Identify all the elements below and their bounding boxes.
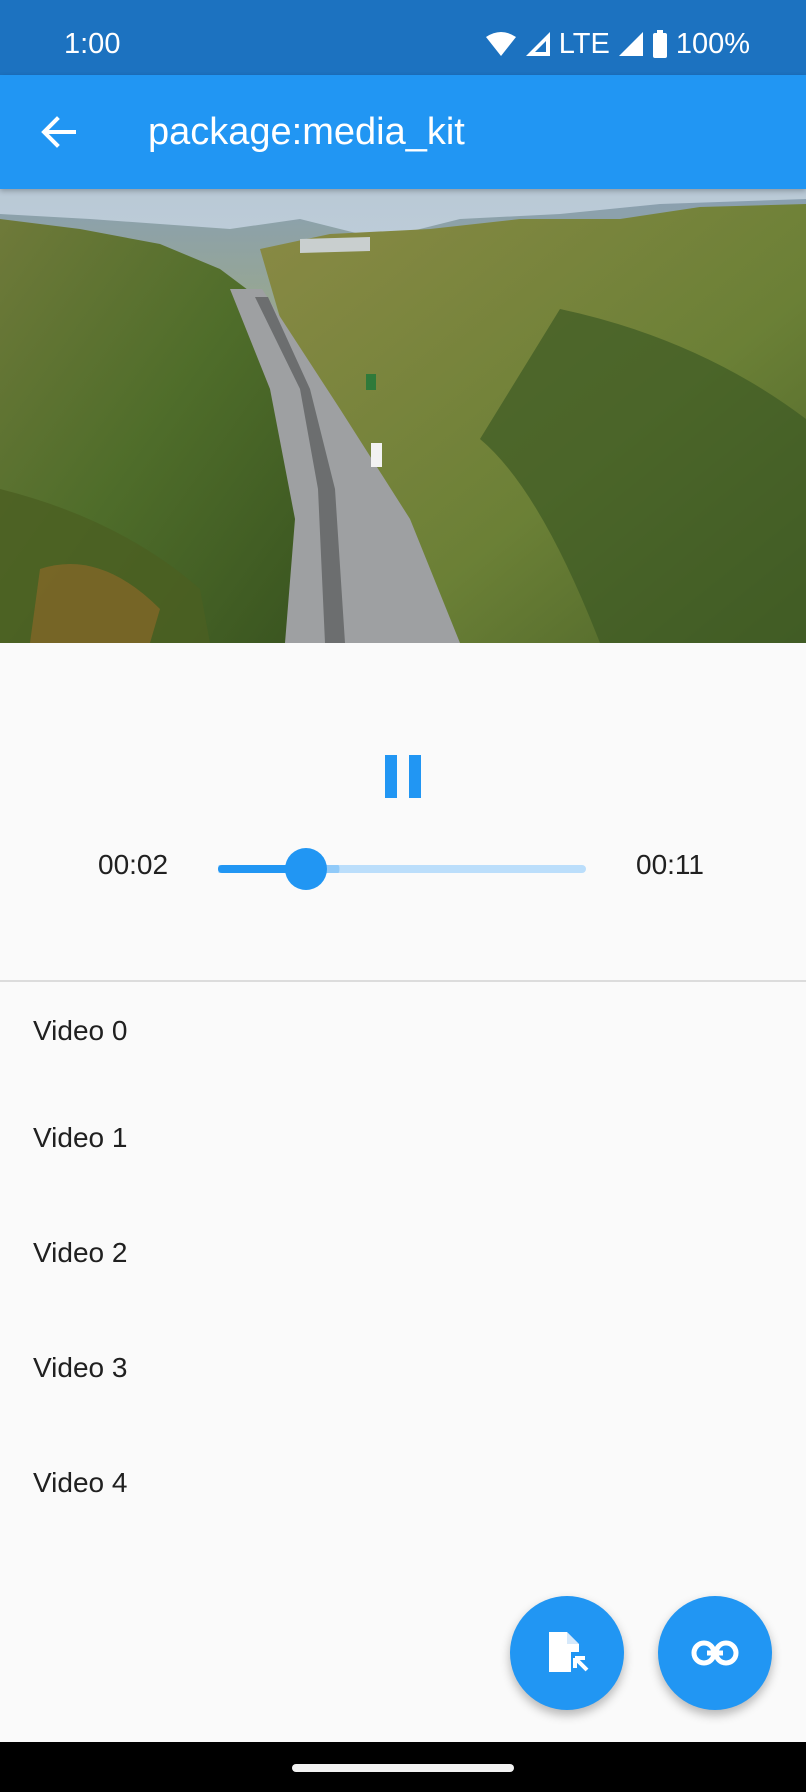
status-time: 1:00 xyxy=(64,28,121,60)
arrow-back-icon xyxy=(41,116,76,148)
app-bar: package:media_kit xyxy=(0,75,806,189)
current-position: 00:02 xyxy=(98,849,169,880)
list-item-label: Video 1 xyxy=(33,1121,128,1153)
list-item-label: Video 4 xyxy=(33,1466,128,1498)
seek-thumb[interactable] xyxy=(285,848,328,890)
status-icons: LTE 100% xyxy=(485,24,750,64)
back-button[interactable] xyxy=(26,100,90,164)
file-open-icon xyxy=(549,1632,589,1672)
total-duration: 00:11 xyxy=(636,849,704,880)
list-item[interactable]: Video 0 xyxy=(0,982,806,1080)
list-item-label: Video 3 xyxy=(33,1351,128,1383)
network-type: LTE xyxy=(558,27,610,60)
screen: 1:00 LTE 100% package:media_kit 00:02 00… xyxy=(0,0,806,1792)
home-indicator[interactable] xyxy=(292,1764,514,1772)
pause-button[interactable] xyxy=(368,741,438,811)
signal-icon xyxy=(525,31,551,57)
list-item-label: Video 2 xyxy=(33,1236,128,1268)
list-item[interactable]: Video 1 xyxy=(0,1080,806,1195)
seek-bar[interactable] xyxy=(218,848,586,890)
battery-icon xyxy=(652,30,668,58)
page-title: package:media_kit xyxy=(148,111,465,153)
pause-icon xyxy=(409,754,421,798)
battery-percent: 100% xyxy=(675,27,750,60)
status-bar: 1:00 LTE 100% xyxy=(0,0,806,75)
list-item[interactable]: Video 4 xyxy=(0,1425,806,1540)
list-item-label: Video 0 xyxy=(33,1015,128,1046)
video-frame-image xyxy=(0,189,806,643)
open-file-button[interactable] xyxy=(510,1596,624,1710)
link-icon xyxy=(691,1640,739,1666)
video-player[interactable] xyxy=(0,189,806,643)
video-list: Video 0 Video 1 Video 2 Video 3 Video 4 xyxy=(0,982,806,1540)
navigation-bar xyxy=(0,1742,806,1792)
wifi-icon xyxy=(485,31,517,57)
pause-icon xyxy=(385,754,397,798)
playback-controls: 00:02 00:11 xyxy=(0,643,806,981)
list-item[interactable]: Video 3 xyxy=(0,1310,806,1425)
signal-full-icon xyxy=(618,31,644,57)
open-url-button[interactable] xyxy=(658,1596,772,1710)
list-item[interactable]: Video 2 xyxy=(0,1195,806,1310)
